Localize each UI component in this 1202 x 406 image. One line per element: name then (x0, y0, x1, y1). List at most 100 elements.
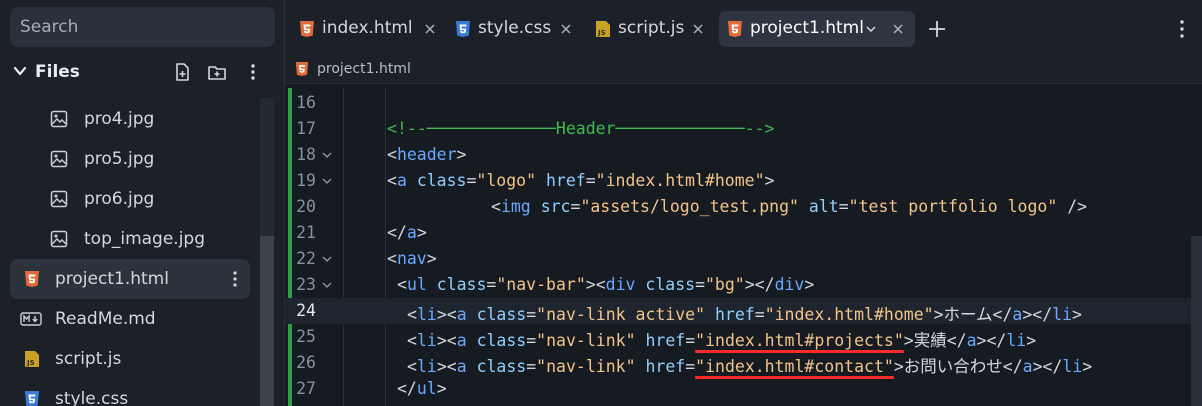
token: class (476, 357, 527, 376)
file-item-style-css[interactable]: style.css (10, 379, 250, 406)
token: > (903, 331, 914, 350)
token: "test portfolio logo" (848, 197, 1058, 216)
tab-label: index.html (322, 18, 413, 38)
token: " (893, 331, 904, 350)
token: ></ (976, 331, 1007, 350)
chevron-down-icon[interactable] (12, 63, 28, 79)
fold-chevron-icon[interactable] (321, 280, 333, 290)
code-line[interactable]: 22 <nav> (285, 246, 1202, 272)
token: "logo" (476, 171, 537, 190)
tab-label: script.js (618, 18, 685, 38)
sidebar-scrollbar-thumb[interactable] (260, 236, 274, 406)
more-options-icon[interactable] (243, 62, 263, 82)
token: img (500, 197, 531, 216)
new-folder-icon[interactable] (207, 62, 227, 82)
token: < (407, 331, 417, 350)
code-line[interactable]: 25 <li><a class="nav-link" href="index.h… (285, 324, 1202, 350)
close-icon[interactable] (691, 22, 705, 36)
new-file-icon[interactable] (172, 62, 192, 82)
tab-style-css[interactable]: style.css (447, 11, 583, 47)
code-line[interactable]: 23 <ul class="nav-bar"><div class="bg"><… (285, 272, 1202, 298)
file-item-pro4[interactable]: pro4.jpg (10, 99, 250, 139)
token: nav (396, 249, 427, 268)
code-line-current[interactable]: 24 <li><a class="nav-link active" href="… (285, 298, 1202, 324)
tab-script-js[interactable]: JS script.js (587, 11, 715, 47)
more-options-icon[interactable] (226, 269, 244, 289)
token: 実績 (913, 331, 947, 350)
token: "nav-link active" (536, 305, 706, 324)
fold-chevron-icon[interactable] (321, 176, 333, 186)
code-text: <li><a class="nav-link active" href="ind… (407, 301, 1082, 325)
token: a (966, 331, 977, 350)
token: <!-- (387, 119, 427, 138)
file-item-pro6[interactable]: pro6.jpg (10, 179, 250, 219)
files-section-header[interactable]: Files (0, 52, 284, 92)
file-name: style.css (55, 389, 129, 406)
token: li (416, 357, 437, 376)
token: = (526, 331, 537, 350)
close-icon[interactable] (559, 22, 573, 36)
code-line[interactable]: 21 </a> (285, 220, 1202, 246)
token: "index.html#home" (764, 305, 934, 324)
code-text: <nav> (387, 249, 437, 268)
css3-file-icon (456, 21, 470, 37)
code-line[interactable]: 27 </ul> (285, 376, 1202, 402)
token: --> (744, 119, 775, 138)
token: = (685, 331, 696, 350)
token: > (1026, 331, 1037, 350)
token: >< (585, 275, 606, 294)
file-name: ReadMe.md (55, 309, 156, 329)
token: alt (808, 197, 839, 216)
code-text: <a class="logo" href="index.html#home"> (387, 171, 774, 190)
code-line[interactable]: 19 <a class="logo" href="index.html#home… (285, 168, 1202, 194)
code-line[interactable]: 18 <header> (285, 142, 1202, 168)
file-item-project1-html[interactable]: project1.html (10, 259, 250, 299)
tab-project1-html[interactable]: project1.html (719, 11, 915, 47)
token: "nav-link" (536, 357, 636, 376)
chevron-down-icon[interactable] (864, 22, 878, 36)
token: = (526, 357, 537, 376)
token: header (396, 145, 457, 164)
tab-index-html[interactable]: index.html (291, 11, 443, 47)
code-line[interactable]: 26 <li><a class="nav-link" href="index.h… (285, 350, 1202, 376)
code-line[interactable]: 16 (285, 90, 1202, 116)
file-item-pro5[interactable]: pro5.jpg (10, 139, 250, 179)
code-line[interactable]: 17 <!--─────────────Header─────────────-… (285, 116, 1202, 142)
token: class (416, 171, 467, 190)
fold-chevron-icon[interactable] (321, 254, 333, 264)
close-icon[interactable] (423, 22, 437, 36)
token: > (893, 357, 904, 376)
code-text: <img src="assets/logo_test.png" alt="tes… (491, 197, 1087, 216)
fold-chevron-icon[interactable] (321, 150, 333, 160)
token: href (715, 305, 755, 324)
more-options-icon[interactable] (1177, 18, 1187, 40)
line-number: 20 (296, 197, 316, 216)
token: > (426, 249, 437, 268)
token: ホーム (943, 305, 993, 324)
code-text: <!--─────────────Header─────────────--> (387, 119, 774, 138)
js-file-icon: JS (596, 21, 610, 37)
code-line[interactable]: 20 <img src="assets/logo_test.png" alt="… (285, 194, 1202, 220)
search-input[interactable]: Search (10, 7, 275, 47)
token: /> (1067, 197, 1088, 216)
file-item-top-image[interactable]: top_image.jpg (10, 219, 250, 259)
annotated-token: "index.html#contact" (695, 357, 894, 376)
token: </ (387, 223, 407, 242)
file-item-readme[interactable]: ReadMe.md (10, 299, 250, 339)
token: href (545, 171, 586, 190)
tab-label: style.css (478, 18, 552, 38)
token: > (804, 275, 815, 294)
file-item-script-js[interactable]: JS script.js (10, 339, 250, 379)
breadcrumb-file[interactable]: project1.html (317, 61, 411, 77)
editor-scrollbar-thumb[interactable] (1191, 236, 1202, 406)
token: = (695, 275, 705, 294)
close-icon[interactable] (891, 22, 905, 36)
token: = (754, 305, 765, 324)
new-tab-plus-icon[interactable] (926, 18, 948, 40)
token: </ (992, 305, 1013, 324)
code-area[interactable]: 16 17 <!--─────────────Header───────────… (285, 88, 1202, 406)
token: ></ (1032, 357, 1063, 376)
token: class (476, 331, 527, 350)
token: "nav-bar" (496, 275, 586, 294)
token: > (933, 305, 944, 324)
